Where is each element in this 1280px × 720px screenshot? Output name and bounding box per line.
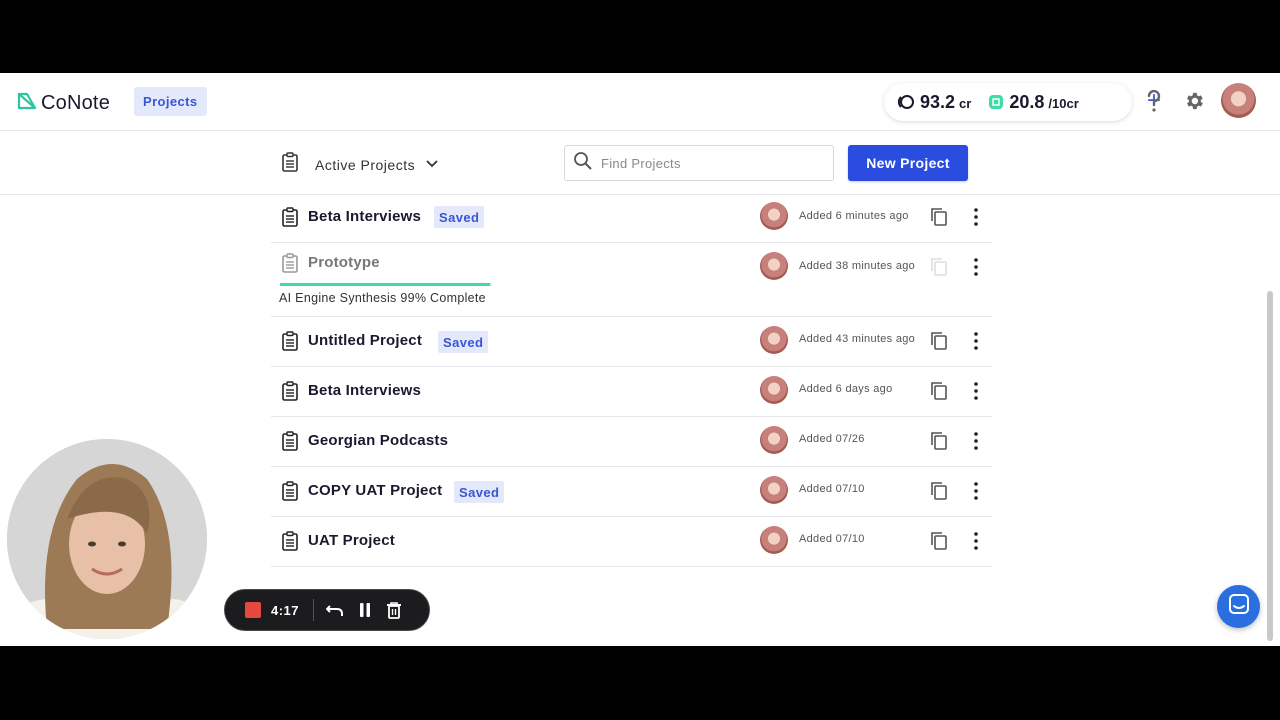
nav-tab-projects[interactable]: Projects (134, 87, 207, 116)
synthesis-progress-fill (280, 283, 490, 286)
video-letterbox-top (0, 0, 1280, 73)
project-filter-dropdown[interactable]: Active Projects (281, 152, 439, 177)
copy-icon[interactable] (930, 207, 948, 232)
recording-controls: 4:17 (224, 589, 430, 631)
trash-icon[interactable] (386, 601, 402, 619)
added-date: Added 07/26 (799, 433, 865, 445)
copy-icon[interactable] (930, 381, 948, 406)
pause-icon[interactable] (358, 602, 372, 618)
chat-support-button[interactable] (1217, 585, 1260, 628)
new-project-button[interactable]: New Project (848, 145, 968, 181)
owner-avatar (760, 326, 788, 354)
primary-credits: 93.2 cr (896, 92, 971, 113)
saved-badge: Saved (454, 481, 505, 503)
document-icon (281, 253, 299, 278)
credits-gem-icon (987, 93, 1005, 111)
project-title[interactable]: UAT Project (308, 532, 395, 549)
owner-avatar (760, 252, 788, 280)
gear-icon[interactable] (1183, 90, 1205, 117)
primary-credits-unit: cr (959, 95, 972, 111)
saved-badge: Saved (438, 331, 489, 353)
project-title[interactable]: Beta Interviews (308, 382, 421, 399)
owner-avatar (760, 376, 788, 404)
document-icon (281, 207, 299, 232)
more-options-icon[interactable] (970, 480, 982, 507)
copy-icon[interactable] (930, 431, 948, 456)
project-title[interactable]: Prototype (308, 254, 380, 271)
project-row[interactable]: Beta Interviews Saved Added 6 minutes ag… (271, 195, 992, 243)
app-name: CoNote (41, 92, 111, 114)
more-options-icon[interactable] (970, 330, 982, 357)
chat-icon (1228, 593, 1250, 620)
added-date: Added 38 minutes ago (799, 260, 916, 272)
conote-logo-icon (17, 91, 37, 116)
project-filter-label: Active Projects (315, 156, 416, 173)
stop-recording-button[interactable] (245, 602, 261, 618)
project-row[interactable]: COPY UAT Project Saved Added 07/10 (271, 467, 992, 517)
more-options-icon[interactable] (970, 206, 982, 233)
project-row[interactable]: Prototype Added 38 minutes ago AI Engine… (271, 243, 992, 317)
search-icon (573, 151, 593, 176)
more-options-icon[interactable] (970, 256, 982, 283)
user-avatar[interactable] (1221, 83, 1256, 118)
video-letterbox-bottom (0, 646, 1280, 720)
document-icon (281, 431, 299, 456)
projects-toolbar: Active Projects New Project (0, 131, 1280, 195)
project-title[interactable]: COPY UAT Project (308, 482, 442, 499)
document-icon (281, 331, 299, 356)
added-date: Added 6 minutes ago (799, 210, 909, 222)
project-row[interactable]: Beta Interviews Added 6 days ago (271, 367, 992, 417)
document-list-icon (281, 152, 299, 177)
secondary-credits-unit: /10cr (1048, 95, 1079, 111)
presenter-video-image (7, 439, 207, 639)
added-date: Added 07/10 (799, 533, 865, 545)
secondary-credits-value: 20.8 (1009, 91, 1045, 112)
more-options-icon[interactable] (970, 380, 982, 407)
project-list: Beta Interviews Saved Added 6 minutes ag… (271, 195, 992, 597)
added-date: Added 43 minutes ago (799, 333, 916, 345)
owner-avatar (760, 476, 788, 504)
copy-icon[interactable] (930, 331, 948, 356)
synthesis-progress-label: AI Engine Synthesis 99% Complete (279, 291, 486, 305)
document-icon (281, 381, 299, 406)
copy-icon[interactable] (930, 531, 948, 556)
credits-ring-icon (896, 94, 916, 110)
divider (313, 599, 315, 621)
webcam-overlay[interactable] (7, 439, 207, 639)
copy-icon[interactable] (930, 481, 948, 506)
top-navbar: CoNote Projects 93.2 cr 20.8 /10cr + (0, 73, 1280, 131)
more-options-icon[interactable] (970, 530, 982, 557)
search-input[interactable] (601, 155, 821, 171)
recording-timer: 4:17 (271, 602, 300, 618)
help-icon[interactable] (1144, 89, 1164, 118)
project-title[interactable]: Georgian Podcasts (308, 432, 448, 449)
project-row[interactable]: UAT Project Added 07/10 (271, 517, 992, 567)
project-row[interactable]: Untitled Project Saved Added 43 minutes … (271, 317, 992, 367)
added-date: Added 6 days ago (799, 383, 893, 395)
more-options-icon[interactable] (970, 430, 982, 457)
project-search[interactable] (564, 145, 834, 181)
credits-widget: 93.2 cr 20.8/10cr + (884, 83, 1161, 121)
project-title[interactable]: Beta Interviews (308, 208, 421, 225)
added-date: Added 07/10 (799, 483, 865, 495)
document-icon (281, 531, 299, 556)
saved-badge: Saved (434, 206, 485, 228)
project-title[interactable]: Untitled Project (308, 332, 422, 349)
secondary-credits: 20.8/10cr (987, 91, 1079, 113)
app-logo[interactable]: CoNote (17, 91, 110, 116)
owner-avatar (760, 426, 788, 454)
page-scrollbar[interactable] (1267, 291, 1273, 641)
document-icon (281, 481, 299, 506)
chevron-down-icon (425, 156, 439, 174)
owner-avatar (760, 526, 788, 554)
owner-avatar (760, 202, 788, 230)
undo-icon[interactable] (326, 602, 344, 618)
synthesis-progress-bar (280, 283, 492, 286)
copy-icon (930, 257, 948, 282)
primary-credits-value: 93.2 (920, 91, 956, 112)
project-row[interactable]: Georgian Podcasts Added 07/26 (271, 417, 992, 467)
